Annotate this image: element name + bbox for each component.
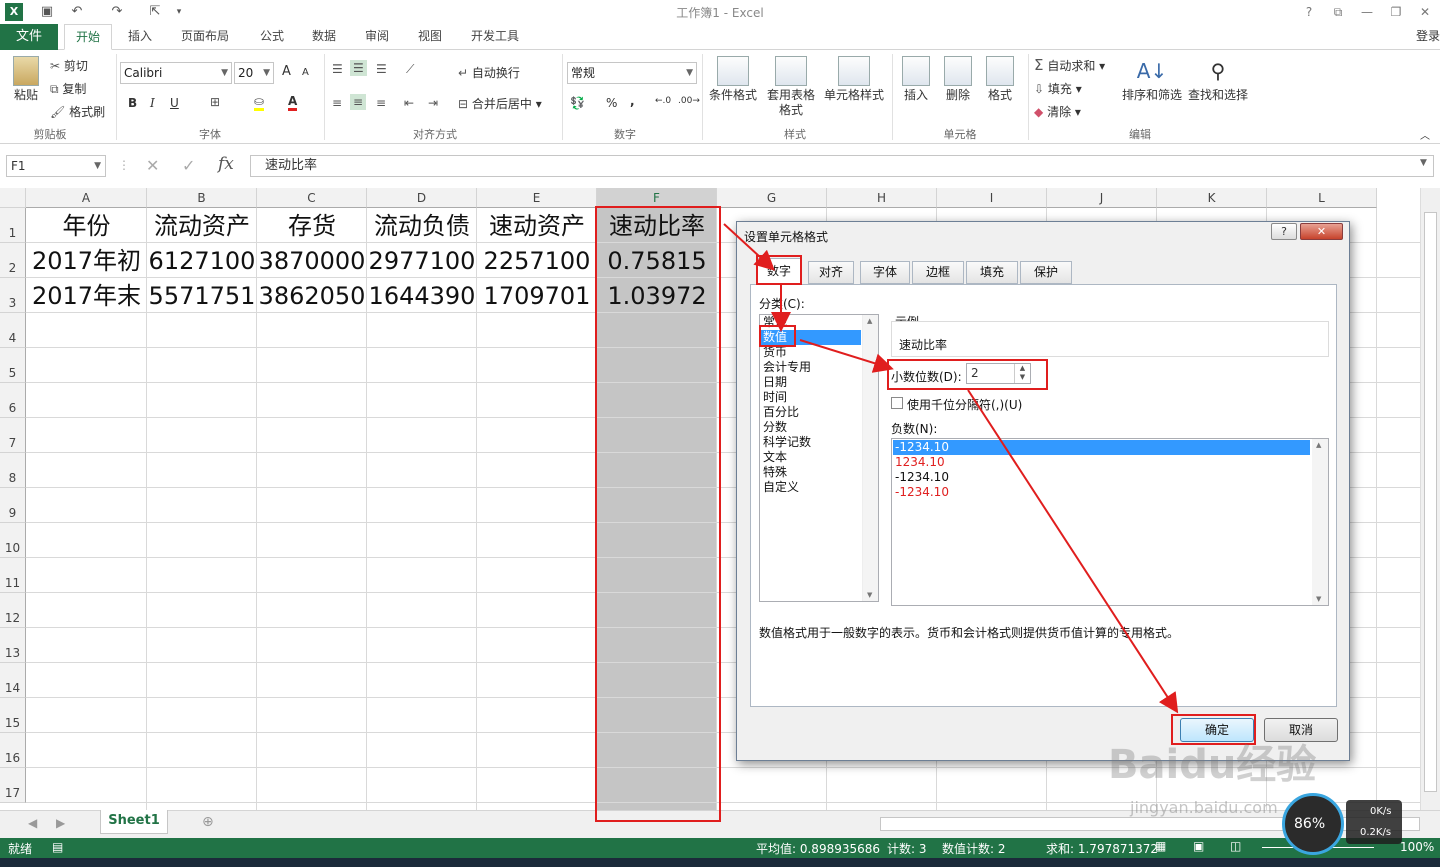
arrow-to-ok [967, 389, 1179, 714]
arrow-to-decimal [799, 339, 894, 373]
watermark-logo: Baidu经验 [1108, 742, 1317, 788]
upload-speed: 0K/s [1370, 806, 1392, 817]
watermark-url: jingyan.baidu.com [1130, 798, 1278, 817]
arrow-to-number-tab [723, 223, 775, 271]
download-speed: 0.2K/s [1360, 827, 1392, 838]
speed-percent: 86% [1294, 816, 1326, 832]
